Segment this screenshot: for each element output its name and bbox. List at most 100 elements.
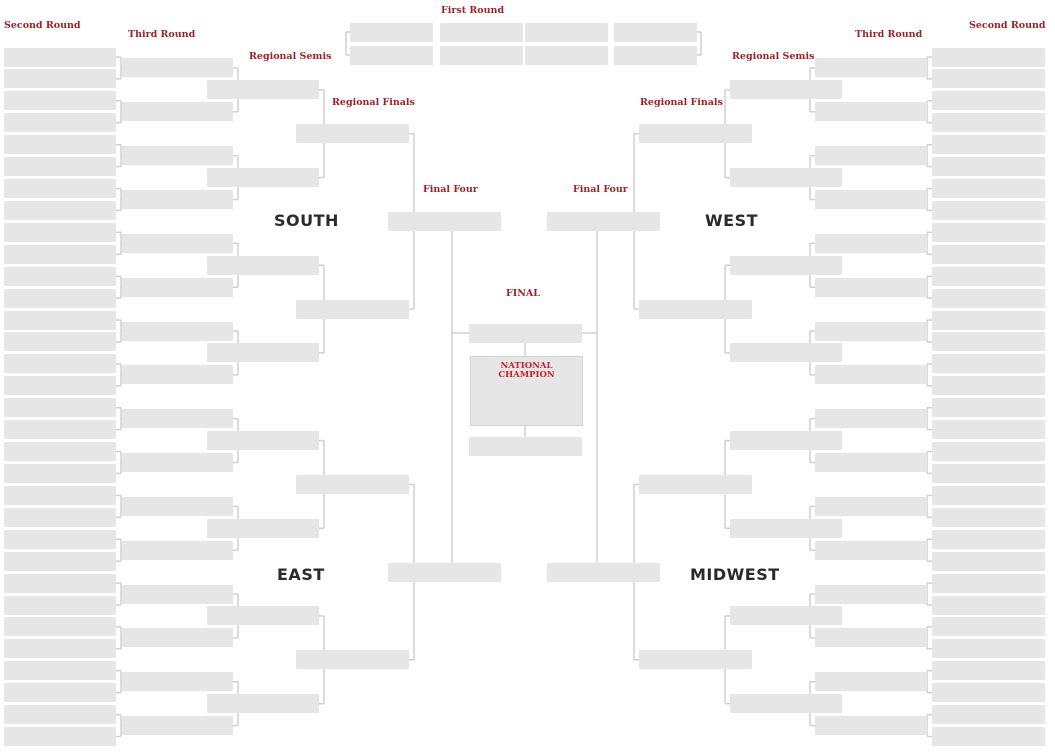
right-round3-slot[interactable] bbox=[730, 343, 842, 363]
right-round1-slot[interactable] bbox=[932, 485, 1045, 505]
right-round2-slot[interactable] bbox=[815, 102, 927, 122]
left-round1-slot[interactable] bbox=[4, 113, 116, 133]
left-round4-slot[interactable] bbox=[296, 474, 409, 494]
right-round2-slot[interactable] bbox=[815, 496, 927, 516]
right-round3-slot[interactable] bbox=[730, 80, 842, 100]
left-round1-slot[interactable] bbox=[4, 91, 116, 111]
right-round1-slot[interactable] bbox=[932, 200, 1045, 220]
right-round3-slot[interactable] bbox=[730, 518, 842, 538]
left-round1-slot[interactable] bbox=[4, 595, 116, 615]
right-round2-slot[interactable] bbox=[815, 146, 927, 166]
right-round1-slot[interactable] bbox=[932, 222, 1045, 242]
right-round1-slot[interactable] bbox=[932, 573, 1045, 593]
right-round1-slot[interactable] bbox=[932, 551, 1045, 571]
left-round2-slot[interactable] bbox=[122, 233, 233, 253]
right-round1-slot[interactable] bbox=[932, 661, 1045, 681]
left-round1-slot[interactable] bbox=[4, 244, 116, 264]
first-round-slot[interactable] bbox=[614, 23, 697, 42]
left-round1-slot[interactable] bbox=[4, 398, 116, 418]
right-round1-slot[interactable] bbox=[932, 47, 1045, 67]
final-slot-bottom[interactable] bbox=[469, 437, 582, 456]
right-round1-slot[interactable] bbox=[932, 91, 1045, 111]
right-round2-slot[interactable] bbox=[815, 453, 927, 473]
left-round2-slot[interactable] bbox=[122, 453, 233, 473]
left-round3-slot[interactable] bbox=[207, 255, 319, 275]
left-round1-slot[interactable] bbox=[4, 420, 116, 440]
right-round5-slot[interactable] bbox=[547, 211, 660, 231]
left-round2-slot[interactable] bbox=[122, 584, 233, 604]
left-round2-slot[interactable] bbox=[122, 102, 233, 122]
right-round1-slot[interactable] bbox=[932, 179, 1045, 199]
right-round1-slot[interactable] bbox=[932, 113, 1045, 133]
left-round1-slot[interactable] bbox=[4, 463, 116, 483]
right-round1-slot[interactable] bbox=[932, 727, 1045, 747]
left-round1-slot[interactable] bbox=[4, 727, 116, 747]
left-round2-slot[interactable] bbox=[122, 716, 233, 736]
right-round1-slot[interactable] bbox=[932, 135, 1045, 155]
right-round1-slot[interactable] bbox=[932, 376, 1045, 396]
right-round1-slot[interactable] bbox=[932, 617, 1045, 637]
left-round2-slot[interactable] bbox=[122, 277, 233, 297]
left-round1-slot[interactable] bbox=[4, 639, 116, 659]
left-round2-slot[interactable] bbox=[122, 496, 233, 516]
left-round1-slot[interactable] bbox=[4, 157, 116, 177]
left-round2-slot[interactable] bbox=[122, 146, 233, 166]
right-round2-slot[interactable] bbox=[815, 584, 927, 604]
right-round1-slot[interactable] bbox=[932, 332, 1045, 352]
left-round1-slot[interactable] bbox=[4, 705, 116, 725]
right-round2-slot[interactable] bbox=[815, 716, 927, 736]
right-round1-slot[interactable] bbox=[932, 157, 1045, 177]
first-round-slot[interactable] bbox=[440, 46, 523, 65]
left-round1-slot[interactable] bbox=[4, 507, 116, 527]
left-round3-slot[interactable] bbox=[207, 343, 319, 363]
right-round1-slot[interactable] bbox=[932, 69, 1045, 89]
left-round1-slot[interactable] bbox=[4, 288, 116, 308]
right-round1-slot[interactable] bbox=[932, 463, 1045, 483]
right-round1-slot[interactable] bbox=[932, 266, 1045, 286]
left-round1-slot[interactable] bbox=[4, 485, 116, 505]
left-round1-slot[interactable] bbox=[4, 200, 116, 220]
left-round1-slot[interactable] bbox=[4, 69, 116, 89]
right-round1-slot[interactable] bbox=[932, 288, 1045, 308]
left-round3-slot[interactable] bbox=[207, 694, 319, 714]
national-champion-slot[interactable]: NATIONAL CHAMPION bbox=[470, 356, 583, 426]
right-round2-slot[interactable] bbox=[815, 672, 927, 692]
left-round1-slot[interactable] bbox=[4, 617, 116, 637]
right-round1-slot[interactable] bbox=[932, 398, 1045, 418]
first-round-slot[interactable] bbox=[350, 46, 433, 65]
left-round1-slot[interactable] bbox=[4, 135, 116, 155]
left-round2-slot[interactable] bbox=[122, 409, 233, 429]
right-round4-slot[interactable] bbox=[639, 650, 752, 670]
left-round2-slot[interactable] bbox=[122, 365, 233, 385]
left-round1-slot[interactable] bbox=[4, 573, 116, 593]
left-round1-slot[interactable] bbox=[4, 683, 116, 703]
right-round2-slot[interactable] bbox=[815, 277, 927, 297]
left-round1-slot[interactable] bbox=[4, 442, 116, 462]
left-round1-slot[interactable] bbox=[4, 179, 116, 199]
right-round2-slot[interactable] bbox=[815, 365, 927, 385]
right-round1-slot[interactable] bbox=[932, 310, 1045, 330]
right-round1-slot[interactable] bbox=[932, 705, 1045, 725]
right-round2-slot[interactable] bbox=[815, 540, 927, 560]
right-round5-slot[interactable] bbox=[547, 562, 660, 582]
right-round1-slot[interactable] bbox=[932, 507, 1045, 527]
right-round1-slot[interactable] bbox=[932, 683, 1045, 703]
right-round2-slot[interactable] bbox=[815, 409, 927, 429]
first-round-slot[interactable] bbox=[440, 23, 523, 42]
right-round1-slot[interactable] bbox=[932, 639, 1045, 659]
first-round-slot[interactable] bbox=[525, 46, 608, 65]
right-round1-slot[interactable] bbox=[932, 420, 1045, 440]
left-round2-slot[interactable] bbox=[122, 321, 233, 341]
left-round1-slot[interactable] bbox=[4, 661, 116, 681]
right-round2-slot[interactable] bbox=[815, 233, 927, 253]
right-round3-slot[interactable] bbox=[730, 606, 842, 626]
right-round2-slot[interactable] bbox=[815, 628, 927, 648]
right-round1-slot[interactable] bbox=[932, 529, 1045, 549]
right-round2-slot[interactable] bbox=[815, 321, 927, 341]
left-round2-slot[interactable] bbox=[122, 628, 233, 648]
left-round2-slot[interactable] bbox=[122, 672, 233, 692]
left-round1-slot[interactable] bbox=[4, 376, 116, 396]
left-round1-slot[interactable] bbox=[4, 266, 116, 286]
left-round3-slot[interactable] bbox=[207, 606, 319, 626]
left-round1-slot[interactable] bbox=[4, 222, 116, 242]
